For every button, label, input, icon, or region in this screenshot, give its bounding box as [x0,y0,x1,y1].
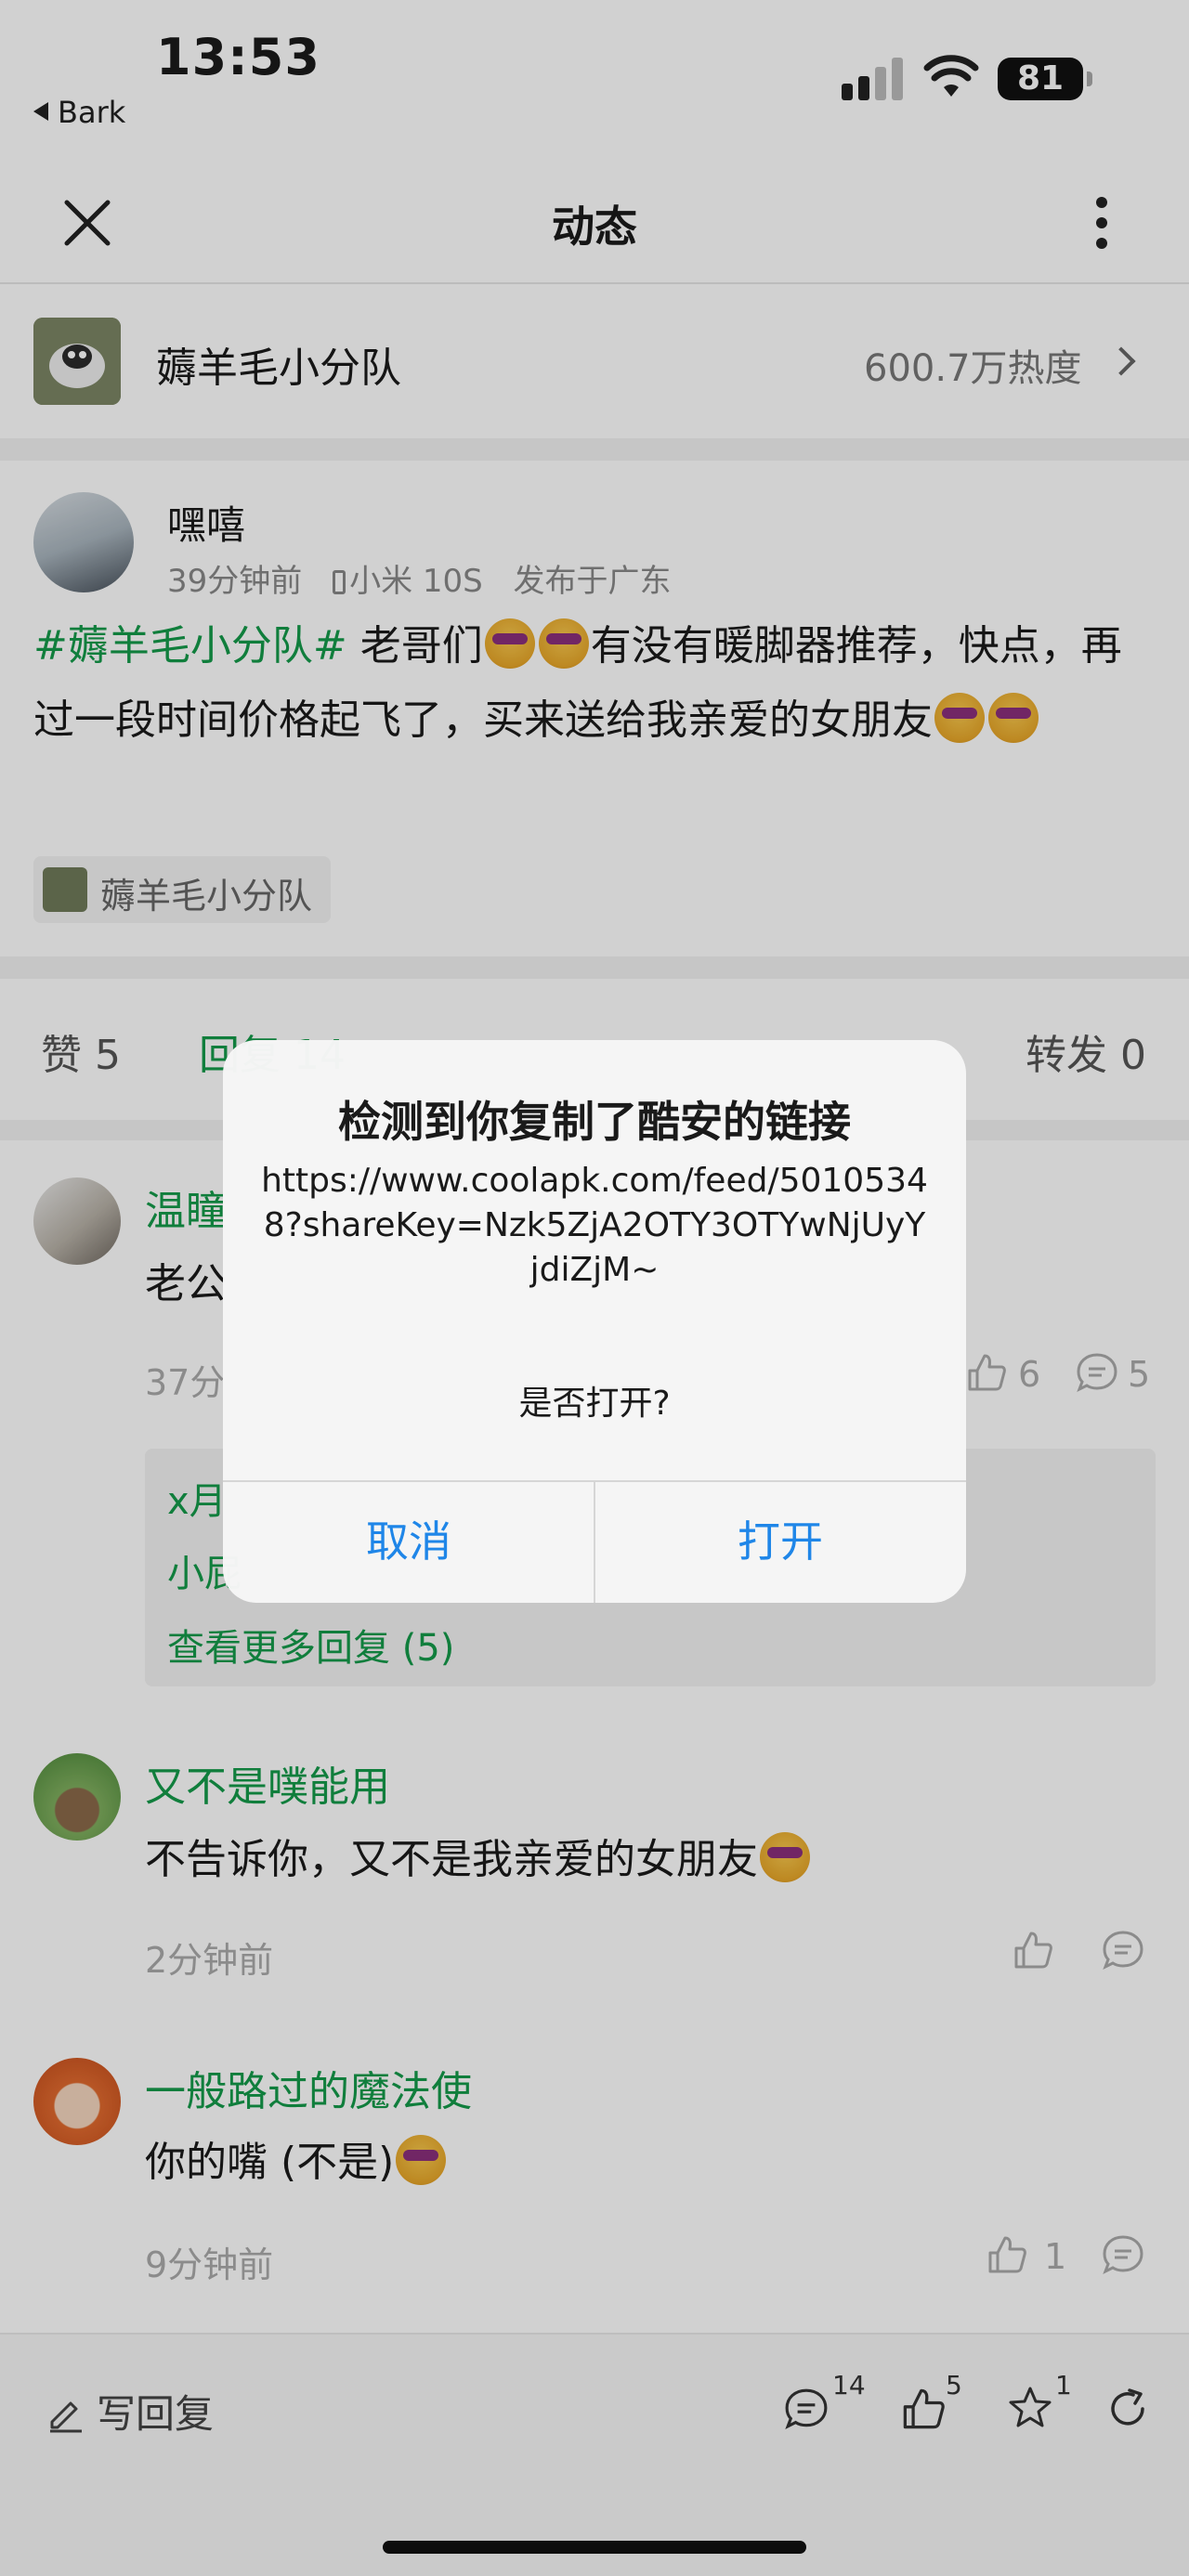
dialog-cancel-button[interactable]: 取消 [223,1480,594,1603]
dialog-question: 是否打开? [518,1385,671,1423]
link-detected-dialog: 检测到你复制了酷安的链接 https://www.coolapk.com/fee… [223,1040,966,1603]
dialog-open-button[interactable]: 打开 [594,1480,966,1603]
dialog-title: 检测到你复制了酷安的链接 [338,1097,851,1147]
dialog-url: https://www.coolapk.com/feed/50105348?sh… [261,1162,928,1289]
